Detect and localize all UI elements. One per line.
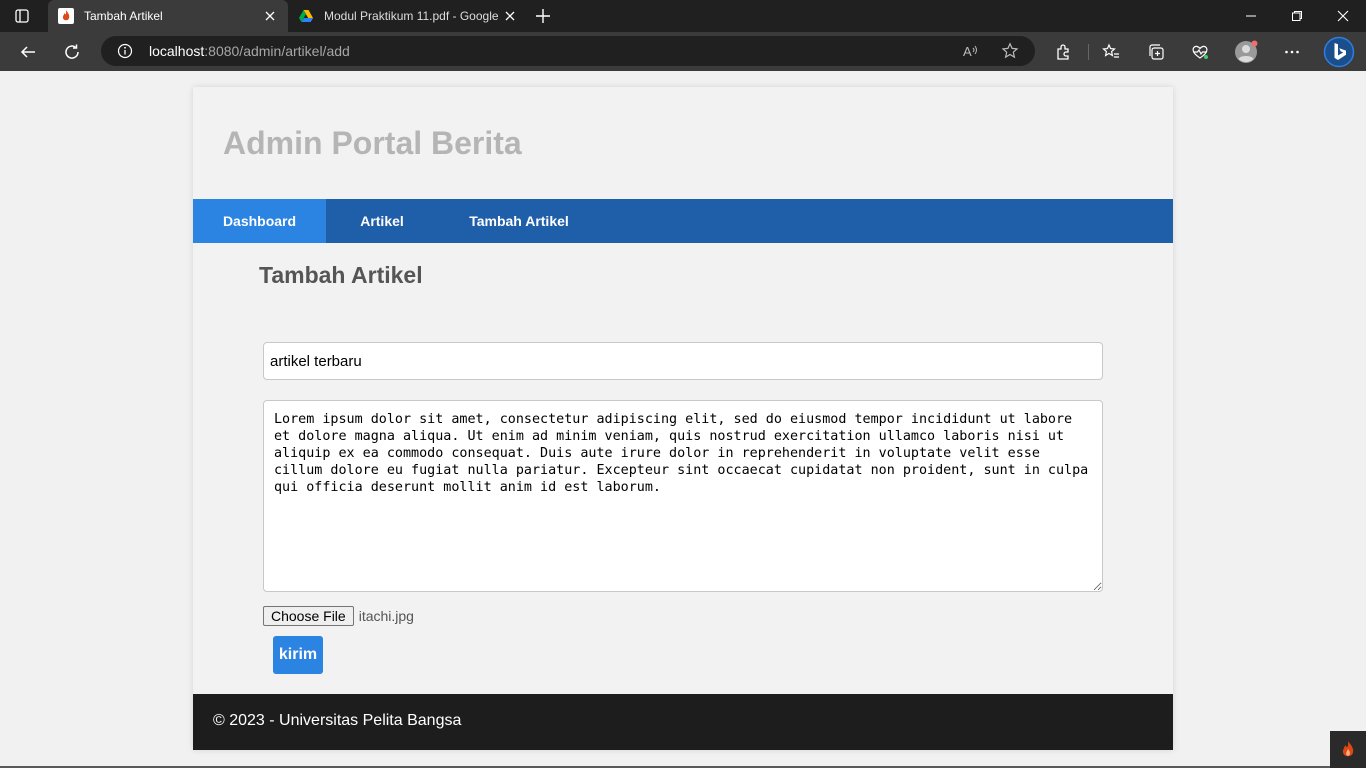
extensions-icon[interactable] — [1049, 38, 1077, 66]
profile-avatar-icon[interactable] — [1232, 38, 1260, 66]
site-info-icon[interactable] — [117, 43, 133, 59]
minimize-icon[interactable] — [1228, 0, 1274, 32]
site-title: Admin Portal Berita — [223, 125, 522, 161]
url-path: :8080/admin/artikel/add — [204, 43, 350, 59]
favorites-icon[interactable] — [1097, 38, 1125, 66]
close-tab-icon[interactable] — [262, 8, 278, 24]
close-tab-icon[interactable] — [502, 8, 518, 24]
choose-file-button[interactable]: Choose File — [263, 606, 354, 626]
restore-icon[interactable] — [1274, 0, 1320, 32]
address-bar[interactable]: localhost:8080/admin/artikel/add A — [101, 36, 1035, 66]
browser-tab-bar: Tambah Artikel Modul Praktikum 11.pdf - … — [0, 0, 1366, 32]
close-window-icon[interactable] — [1320, 0, 1366, 32]
more-options-icon[interactable] — [1278, 38, 1306, 66]
url-text: localhost:8080/admin/artikel/add — [149, 43, 350, 59]
page-heading: Tambah Artikel — [259, 262, 423, 288]
tab-actions-icon[interactable] — [14, 8, 30, 24]
tab-modul-praktikum[interactable]: Modul Praktikum 11.pdf - Google Drive — [288, 0, 528, 32]
toolbar-separator — [1088, 44, 1089, 60]
footer-text: © 2023 - Universitas Pelita Bangsa — [213, 712, 462, 729]
favorite-star-icon[interactable] — [1000, 41, 1020, 61]
kirim-button[interactable]: kirim — [273, 636, 323, 674]
flame-icon — [58, 8, 74, 24]
browser-essentials-icon[interactable] — [1186, 38, 1214, 66]
back-icon[interactable] — [14, 38, 42, 66]
selected-file-name: itachi.jpg — [358, 608, 414, 624]
page-container: Admin Portal Berita Dashboard Artikel Ta… — [193, 87, 1173, 750]
google-drive-icon — [298, 8, 314, 24]
tab-title: Modul Praktikum 11.pdf - Google Drive — [324, 9, 498, 23]
url-host: localhost — [149, 43, 205, 59]
page-footer: © 2023 - Universitas Pelita Bangsa — [193, 694, 1173, 750]
new-tab-icon[interactable] — [534, 7, 552, 25]
debug-toolbar-flame-icon[interactable] — [1330, 731, 1366, 768]
main-nav: Dashboard Artikel Tambah Artikel — [193, 199, 1173, 243]
collections-icon[interactable] — [1142, 38, 1170, 66]
isi-textarea[interactable]: Lorem ipsum dolor sit amet, consectetur … — [263, 400, 1103, 592]
bing-copilot-icon[interactable] — [1322, 35, 1356, 69]
refresh-icon[interactable] — [58, 38, 86, 66]
svg-text:A: A — [963, 44, 972, 59]
nav-item-dashboard[interactable]: Dashboard — [193, 199, 326, 243]
nav-item-tambah-artikel[interactable]: Tambah Artikel — [438, 199, 600, 243]
read-aloud-icon[interactable]: A — [961, 41, 981, 61]
nav-item-artikel[interactable]: Artikel — [326, 199, 438, 243]
tab-title: Tambah Artikel — [84, 9, 163, 23]
tab-tambah-artikel[interactable]: Tambah Artikel — [48, 0, 288, 32]
browser-toolbar: localhost:8080/admin/artikel/add A — [0, 32, 1366, 71]
file-upload: Choose File itachi.jpg — [263, 606, 414, 626]
judul-input[interactable] — [263, 342, 1103, 380]
